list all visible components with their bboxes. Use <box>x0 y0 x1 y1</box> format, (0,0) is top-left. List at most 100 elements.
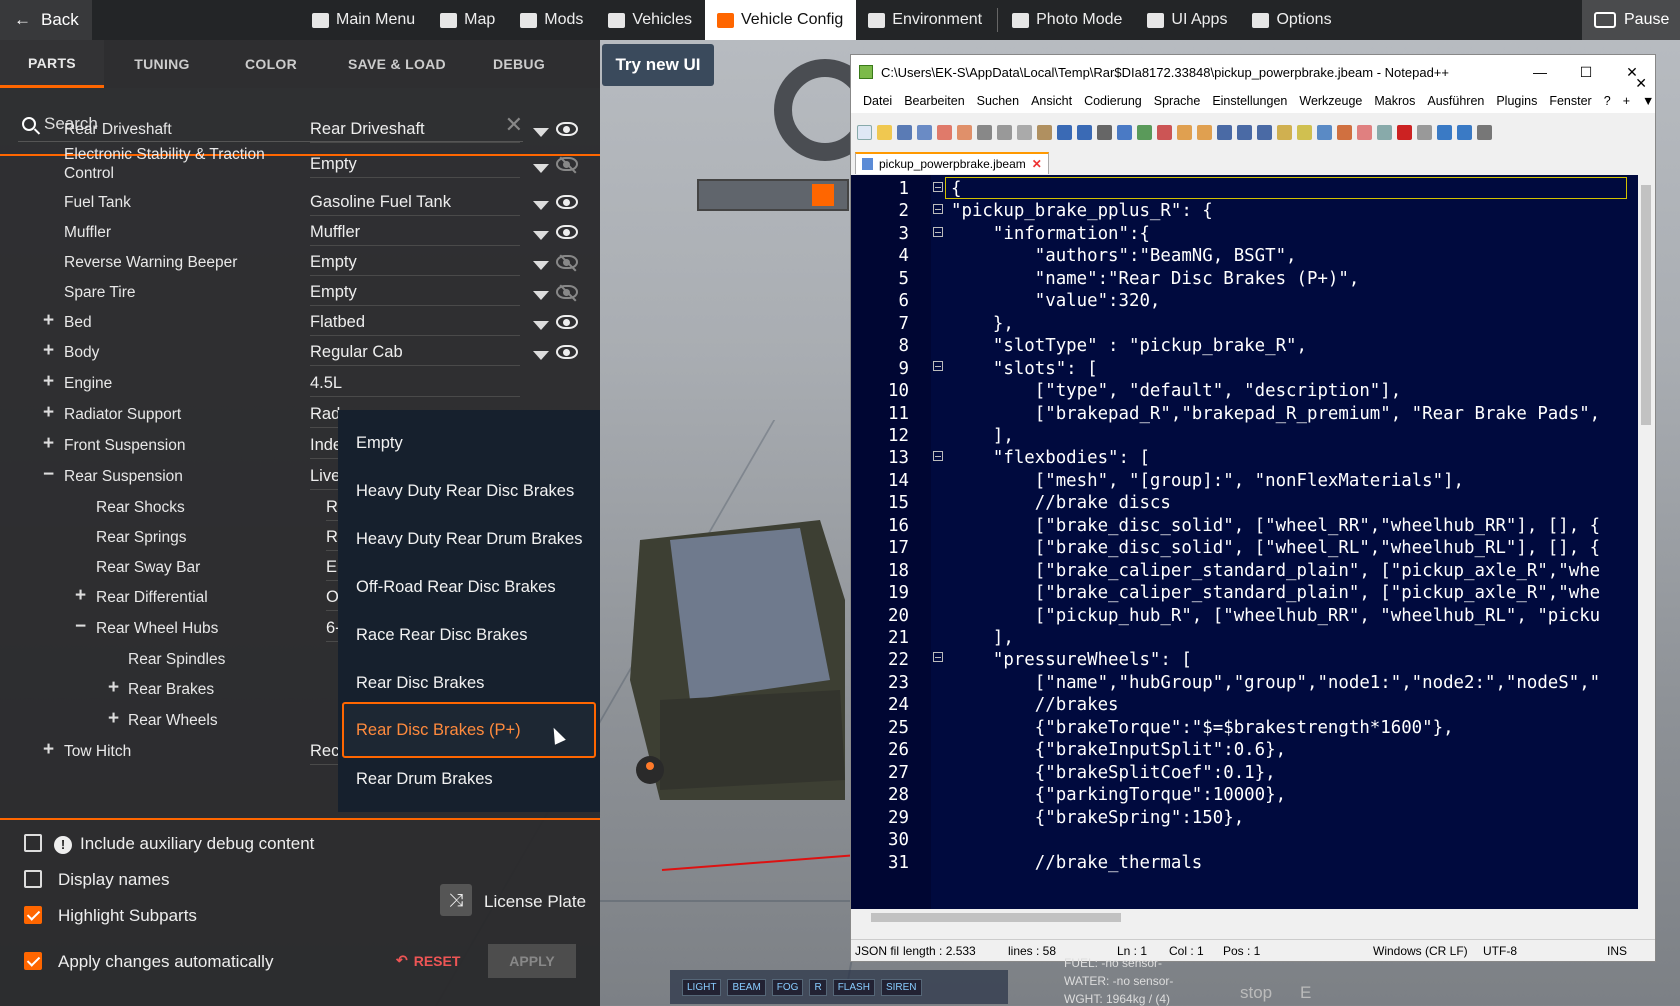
eye-icon[interactable] <box>556 195 578 209</box>
tab-debug[interactable]: DEBUG <box>472 40 566 88</box>
menu-werkzeuge[interactable]: Werkzeuge <box>1293 94 1368 108</box>
vertical-scrollbar[interactable] <box>1638 175 1655 909</box>
close-icon[interactable]: ✕ <box>1609 55 1655 89</box>
menu-help[interactable]: ? <box>1598 94 1617 108</box>
copy-icon[interactable] <box>1017 124 1032 140</box>
aux-debug-checkbox[interactable] <box>24 834 42 852</box>
menu-fenster[interactable]: Fenster <box>1543 94 1597 108</box>
expand-icon[interactable]: + <box>108 677 119 699</box>
play-macro-icon[interactable] <box>1437 124 1452 140</box>
sync-v-icon[interactable] <box>1177 124 1192 140</box>
indent-guide-icon[interactable] <box>1257 124 1272 140</box>
save-all-icon[interactable] <box>917 124 932 140</box>
apply-automatically-checkbox[interactable] <box>24 952 42 970</box>
zoom-in-icon[interactable] <box>1137 124 1152 140</box>
file-tab[interactable]: pickup_powerpbrake.jbeam ✕ <box>855 152 1049 174</box>
nav-main-menu[interactable]: Main Menu <box>300 0 428 40</box>
fold-collapse-icon[interactable] <box>933 204 943 214</box>
expand-icon[interactable]: + <box>43 402 54 424</box>
eye-icon[interactable] <box>556 225 578 239</box>
expand-icon[interactable]: + <box>43 433 54 455</box>
menu-suchen[interactable]: Suchen <box>971 94 1025 108</box>
beam-indicator[interactable]: BEAM <box>727 978 766 996</box>
close-file-icon[interactable] <box>937 124 952 140</box>
menu-sprache[interactable]: Sprache <box>1148 94 1207 108</box>
dropdown-option[interactable]: Heavy Duty Rear Disc Brakes <box>356 482 574 501</box>
all-chars-icon[interactable] <box>1237 124 1252 140</box>
part-select[interactable]: Rear Driveshaft <box>310 120 520 143</box>
dropdown-option[interactable]: Off-Road Rear Disc Brakes <box>356 578 556 597</box>
chevron-down-icon[interactable] <box>533 291 549 300</box>
maximize-icon[interactable]: ☐ <box>1563 55 1609 89</box>
new-file-icon[interactable] <box>857 124 872 140</box>
save-icon[interactable] <box>897 124 912 140</box>
stop-macro-icon[interactable] <box>1417 124 1432 140</box>
nav-environment[interactable]: Environment <box>856 0 995 40</box>
r-indicator[interactable]: R <box>809 978 827 996</box>
run-macro-multiple-icon[interactable] <box>1457 124 1472 140</box>
part-select[interactable]: Flatbed <box>310 313 520 336</box>
expand-icon[interactable]: + <box>108 708 119 730</box>
menu-datei[interactable]: Datei <box>857 94 898 108</box>
dropdown-option[interactable]: Rear Drum Brakes <box>356 770 493 789</box>
menu-plus[interactable]: + <box>1617 94 1636 108</box>
back-button[interactable]: ← Back <box>0 0 92 40</box>
nav-map[interactable]: Map <box>428 0 508 40</box>
expand-icon[interactable]: + <box>43 371 54 393</box>
part-select[interactable]: Gasoline Fuel Tank <box>310 193 520 216</box>
nav-mods[interactable]: Mods <box>508 0 596 40</box>
part-select[interactable]: 4.5L <box>310 374 520 397</box>
nav-vehicle-config[interactable]: Vehicle Config <box>705 0 857 40</box>
expand-icon[interactable]: + <box>43 310 54 332</box>
chevron-down-icon[interactable] <box>533 351 549 360</box>
find-icon[interactable] <box>1097 124 1112 140</box>
license-plate-button[interactable]: License Plate <box>484 892 586 912</box>
nav-options[interactable]: Options <box>1240 0 1344 40</box>
siren-indicator[interactable]: SIREN <box>880 978 922 996</box>
flash-indicator[interactable]: FLASH <box>832 978 875 996</box>
menu-ansicht[interactable]: Ansicht <box>1025 94 1078 108</box>
nav-ui-apps[interactable]: UI Apps <box>1135 0 1240 40</box>
fold-collapse-icon[interactable] <box>933 227 943 237</box>
paste-icon[interactable] <box>1037 124 1052 140</box>
display-names-checkbox[interactable] <box>24 870 42 888</box>
collapse-icon[interactable]: − <box>75 616 86 638</box>
print-icon[interactable] <box>977 124 992 140</box>
close-all-icon[interactable] <box>957 124 972 140</box>
dropdown-option[interactable]: Empty <box>356 434 403 453</box>
menu-einstellungen[interactable]: Einstellungen <box>1206 94 1293 108</box>
part-select[interactable]: Empty <box>310 155 520 178</box>
horizontal-scrollbar[interactable] <box>851 909 1638 926</box>
eye-off-icon[interactable] <box>556 285 578 299</box>
udl-icon[interactable] <box>1277 124 1292 140</box>
menu-ausfuehren[interactable]: Ausführen <box>1421 94 1490 108</box>
replace-icon[interactable] <box>1117 124 1132 140</box>
redo-icon[interactable] <box>1077 124 1092 140</box>
tab-parts[interactable]: PARTS <box>0 40 104 88</box>
chevron-down-icon[interactable] <box>533 201 549 210</box>
fog-indicator[interactable]: FOG <box>771 978 804 996</box>
close-document-icon[interactable]: ✕ <box>1635 75 1647 92</box>
tab-save-load[interactable]: SAVE & LOAD <box>322 40 472 88</box>
record-macro-icon[interactable] <box>1397 124 1412 140</box>
expand-icon[interactable]: + <box>75 585 86 607</box>
light-indicator[interactable]: LIGHT <box>682 978 722 996</box>
try-new-ui-button[interactable]: Try new UI <box>602 44 714 86</box>
undo-icon[interactable] <box>1057 124 1072 140</box>
collapse-icon[interactable]: − <box>43 464 54 486</box>
part-select[interactable]: Regular Cab <box>310 343 520 366</box>
fold-collapse-icon[interactable] <box>933 182 943 192</box>
doc-map-icon[interactable] <box>1297 124 1312 140</box>
chevron-down-icon[interactable] <box>533 321 549 330</box>
function-list-icon[interactable] <box>1317 124 1332 140</box>
nav-vehicles[interactable]: Vehicles <box>596 0 705 40</box>
word-wrap-icon[interactable] <box>1217 124 1232 140</box>
eye-icon[interactable] <box>556 122 578 136</box>
nav-photo-mode[interactable]: Photo Mode <box>1000 0 1135 40</box>
expand-icon[interactable]: + <box>43 739 54 761</box>
save-macro-icon[interactable] <box>1477 124 1492 140</box>
zoom-out-icon[interactable] <box>1157 124 1172 140</box>
menu-dropdown[interactable]: ▼ <box>1636 94 1660 108</box>
part-select[interactable]: Muffler <box>310 223 520 246</box>
close-tab-icon[interactable]: ✕ <box>1032 157 1042 171</box>
